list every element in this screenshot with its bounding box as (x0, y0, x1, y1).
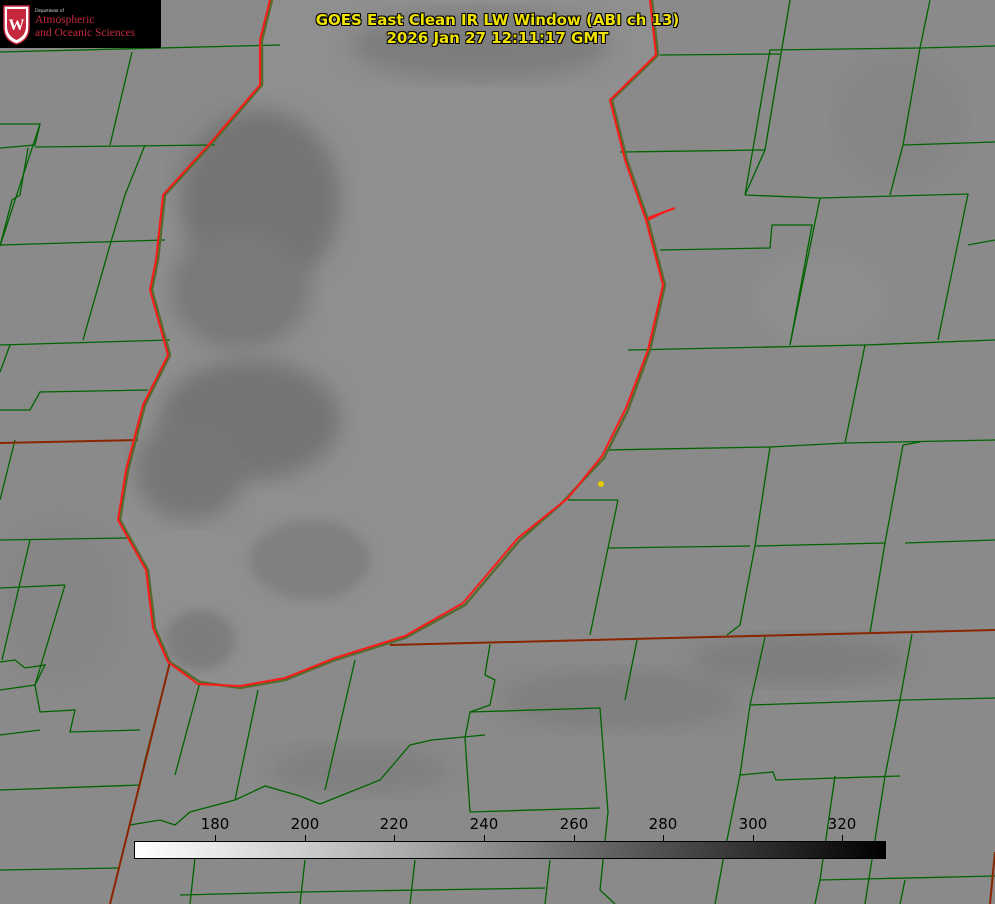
colorbar-tick (753, 835, 754, 842)
colorbar-tick-label: 180 (200, 815, 230, 833)
colorbar-tick (574, 835, 575, 842)
colorbar-tick (305, 835, 306, 842)
satellite-map (0, 0, 995, 904)
colorbar-tick-label: 240 (469, 815, 499, 833)
location-marker (598, 481, 604, 487)
colorbar-tick-label: 200 (290, 815, 320, 833)
colorbar-tick-label: 260 (559, 815, 589, 833)
colorbar-tick (394, 835, 395, 842)
timestamp: 2026 Jan 27 12:11:17 GMT (386, 29, 609, 47)
colorbar-tick-label: 280 (648, 815, 678, 833)
product-title: GOES East Clean IR LW Window (ABI ch 13) (315, 11, 680, 29)
colorbar-tick (484, 835, 485, 842)
colorbar-tick (842, 835, 843, 842)
colorbar-tick (215, 835, 216, 842)
colorbar-tick-label: 320 (827, 815, 857, 833)
colorbar-tick (663, 835, 664, 842)
colorbar (134, 841, 886, 859)
colorbar-tick-label: 300 (738, 815, 768, 833)
colorbar-tick-label: 220 (379, 815, 409, 833)
